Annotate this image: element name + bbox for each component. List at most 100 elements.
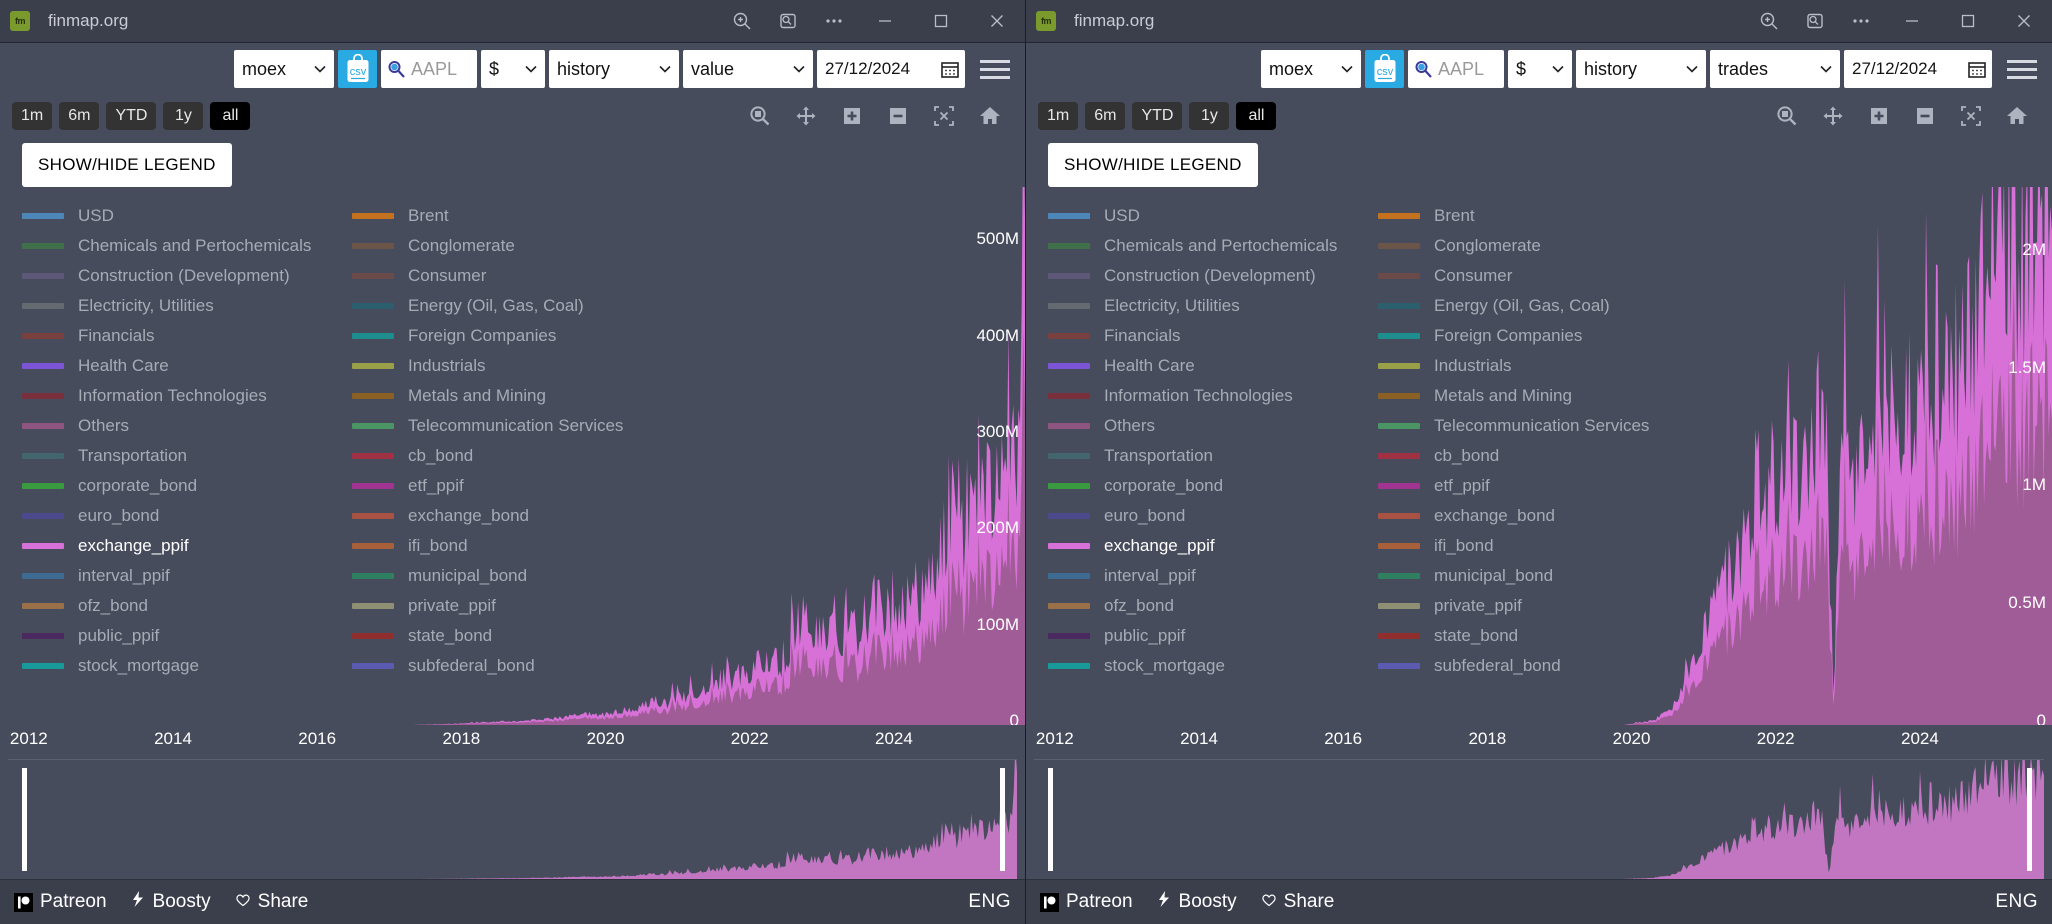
legend-item[interactable]: USD xyxy=(22,201,352,231)
legend-item[interactable]: Information Technologies xyxy=(22,381,352,411)
legend-item[interactable]: exchange_ppif xyxy=(22,531,352,561)
csv-download-button[interactable]: csv xyxy=(1365,50,1404,88)
share-link[interactable]: Share xyxy=(235,891,308,913)
legend-item[interactable]: state_bond xyxy=(352,621,682,651)
autoscale-icon[interactable] xyxy=(1948,100,1994,132)
legend-item[interactable]: Others xyxy=(1048,411,1378,441)
legend-item[interactable]: Conglomerate xyxy=(352,231,682,261)
legend-item[interactable]: ifi_bond xyxy=(1378,531,1708,561)
ticker-search-input[interactable]: AAPL xyxy=(381,50,477,88)
pan-icon[interactable] xyxy=(783,100,829,132)
reader-mode-icon[interactable] xyxy=(765,0,811,43)
show-hide-legend-button[interactable]: SHOW/HIDE LEGEND xyxy=(1048,143,1258,187)
range-selector-left[interactable] xyxy=(8,759,1017,879)
range-handle-left[interactable] xyxy=(22,768,27,871)
legend-item[interactable]: etf_ppif xyxy=(352,471,682,501)
legend-item[interactable]: Information Technologies xyxy=(1048,381,1378,411)
legend-item[interactable]: Chemicals and Pertochemicals xyxy=(22,231,352,261)
range-handle-right[interactable] xyxy=(1000,768,1005,871)
chart-plot-area[interactable]: USD Brent Chemicals and Pertochemicals Cong… xyxy=(0,187,1025,725)
language-selector[interactable]: ENG xyxy=(1995,891,2038,913)
csv-download-button[interactable]: csv xyxy=(338,50,377,88)
boosty-link[interactable]: Boosty xyxy=(131,890,211,914)
legend-item[interactable]: stock_mortgage xyxy=(22,651,352,681)
zoom-in-page-icon[interactable] xyxy=(1746,0,1792,43)
legend-item[interactable]: Industrials xyxy=(352,351,682,381)
zoom-out-icon[interactable] xyxy=(875,100,921,132)
legend-item[interactable]: public_ppif xyxy=(22,621,352,651)
zoom-in-icon[interactable] xyxy=(829,100,875,132)
autoscale-icon[interactable] xyxy=(921,100,967,132)
legend-item[interactable]: corporate_bond xyxy=(22,471,352,501)
range-handle-left[interactable] xyxy=(1048,768,1053,871)
legend-item[interactable]: private_ppif xyxy=(352,591,682,621)
legend-item[interactable]: exchange_ppif xyxy=(1048,531,1378,561)
legend-item[interactable]: exchange_bond xyxy=(1378,501,1708,531)
ticker-search-input[interactable]: AAPL xyxy=(1408,50,1504,88)
legend-item[interactable]: Consumer xyxy=(352,261,682,291)
more-options-icon[interactable] xyxy=(1838,0,1884,43)
patreon-link[interactable]: Patreon xyxy=(1040,891,1133,913)
legend-item[interactable]: euro_bond xyxy=(22,501,352,531)
zoom-select-icon[interactable] xyxy=(737,100,783,132)
legend-item[interactable]: Financials xyxy=(22,321,352,351)
legend-item[interactable]: Energy (Oil, Gas, Coal) xyxy=(1378,291,1708,321)
calendar-icon[interactable] xyxy=(1967,59,1987,79)
legend-item[interactable]: euro_bond xyxy=(1048,501,1378,531)
legend-item[interactable]: Health Care xyxy=(1048,351,1378,381)
legend-item[interactable]: Consumer xyxy=(1378,261,1708,291)
legend-item[interactable]: Telecommunication Services xyxy=(1378,411,1708,441)
legend-item[interactable]: Foreign Companies xyxy=(1378,321,1708,351)
currency-select[interactable]: $ xyxy=(1508,50,1572,88)
mode-select[interactable]: history xyxy=(1576,50,1706,88)
range-button-1m[interactable]: 1m xyxy=(1038,102,1079,130)
legend-item[interactable]: Electricity, Utilities xyxy=(22,291,352,321)
zoom-in-icon[interactable] xyxy=(1856,100,1902,132)
legend-item[interactable]: Health Care xyxy=(22,351,352,381)
legend-item[interactable]: stock_mortgage xyxy=(1048,651,1378,681)
legend-item[interactable]: interval_ppif xyxy=(22,561,352,591)
legend-item[interactable]: private_ppif xyxy=(1378,591,1708,621)
legend-item[interactable]: subfederal_bond xyxy=(352,651,682,681)
legend-item[interactable]: Construction (Development) xyxy=(1048,261,1378,291)
range-button-6m[interactable]: 6m xyxy=(1085,102,1126,130)
currency-select[interactable]: $ xyxy=(481,50,545,88)
range-handle-right[interactable] xyxy=(2027,768,2032,871)
main-menu-button[interactable] xyxy=(2002,50,2042,88)
legend-item[interactable]: Telecommunication Services xyxy=(352,411,682,441)
close-icon[interactable] xyxy=(969,0,1025,43)
patreon-link[interactable]: Patreon xyxy=(14,891,107,913)
share-link[interactable]: Share xyxy=(1261,891,1334,913)
legend-item[interactable]: municipal_bond xyxy=(352,561,682,591)
legend-item[interactable]: cb_bond xyxy=(1378,441,1708,471)
legend-item[interactable]: ifi_bond xyxy=(352,531,682,561)
legend-item[interactable]: state_bond xyxy=(1378,621,1708,651)
zoom-in-page-icon[interactable] xyxy=(719,0,765,43)
legend-item[interactable]: Electricity, Utilities xyxy=(1048,291,1378,321)
legend-item[interactable]: Brent xyxy=(352,201,682,231)
pan-icon[interactable] xyxy=(1810,100,1856,132)
metric-select[interactable]: trades xyxy=(1710,50,1840,88)
legend-item[interactable]: Metals and Mining xyxy=(1378,381,1708,411)
legend-item[interactable]: Brent xyxy=(1378,201,1708,231)
mode-select[interactable]: history xyxy=(549,50,679,88)
minimize-icon[interactable] xyxy=(857,0,913,43)
more-options-icon[interactable] xyxy=(811,0,857,43)
chart-plot-area[interactable]: USD Brent Chemicals and Pertochemicals Cong… xyxy=(1026,187,2052,725)
legend-item[interactable]: exchange_bond xyxy=(352,501,682,531)
range-button-1m[interactable]: 1m xyxy=(12,102,53,130)
legend-item[interactable]: public_ppif xyxy=(1048,621,1378,651)
legend-item[interactable]: municipal_bond xyxy=(1378,561,1708,591)
range-button-ytd[interactable]: YTD xyxy=(1132,102,1183,130)
range-selector-right[interactable] xyxy=(1034,759,2044,879)
range-button-ytd[interactable]: YTD xyxy=(106,102,157,130)
legend-item[interactable]: Transportation xyxy=(22,441,352,471)
legend-item[interactable]: Others xyxy=(22,411,352,441)
metric-select[interactable]: value xyxy=(683,50,813,88)
legend-item[interactable]: ofz_bond xyxy=(22,591,352,621)
legend-item[interactable]: Transportation xyxy=(1048,441,1378,471)
legend-item[interactable]: cb_bond xyxy=(352,441,682,471)
market-select[interactable]: moex xyxy=(1261,50,1361,88)
close-icon[interactable] xyxy=(1996,0,2052,43)
range-button-1y[interactable]: 1y xyxy=(1189,102,1230,130)
